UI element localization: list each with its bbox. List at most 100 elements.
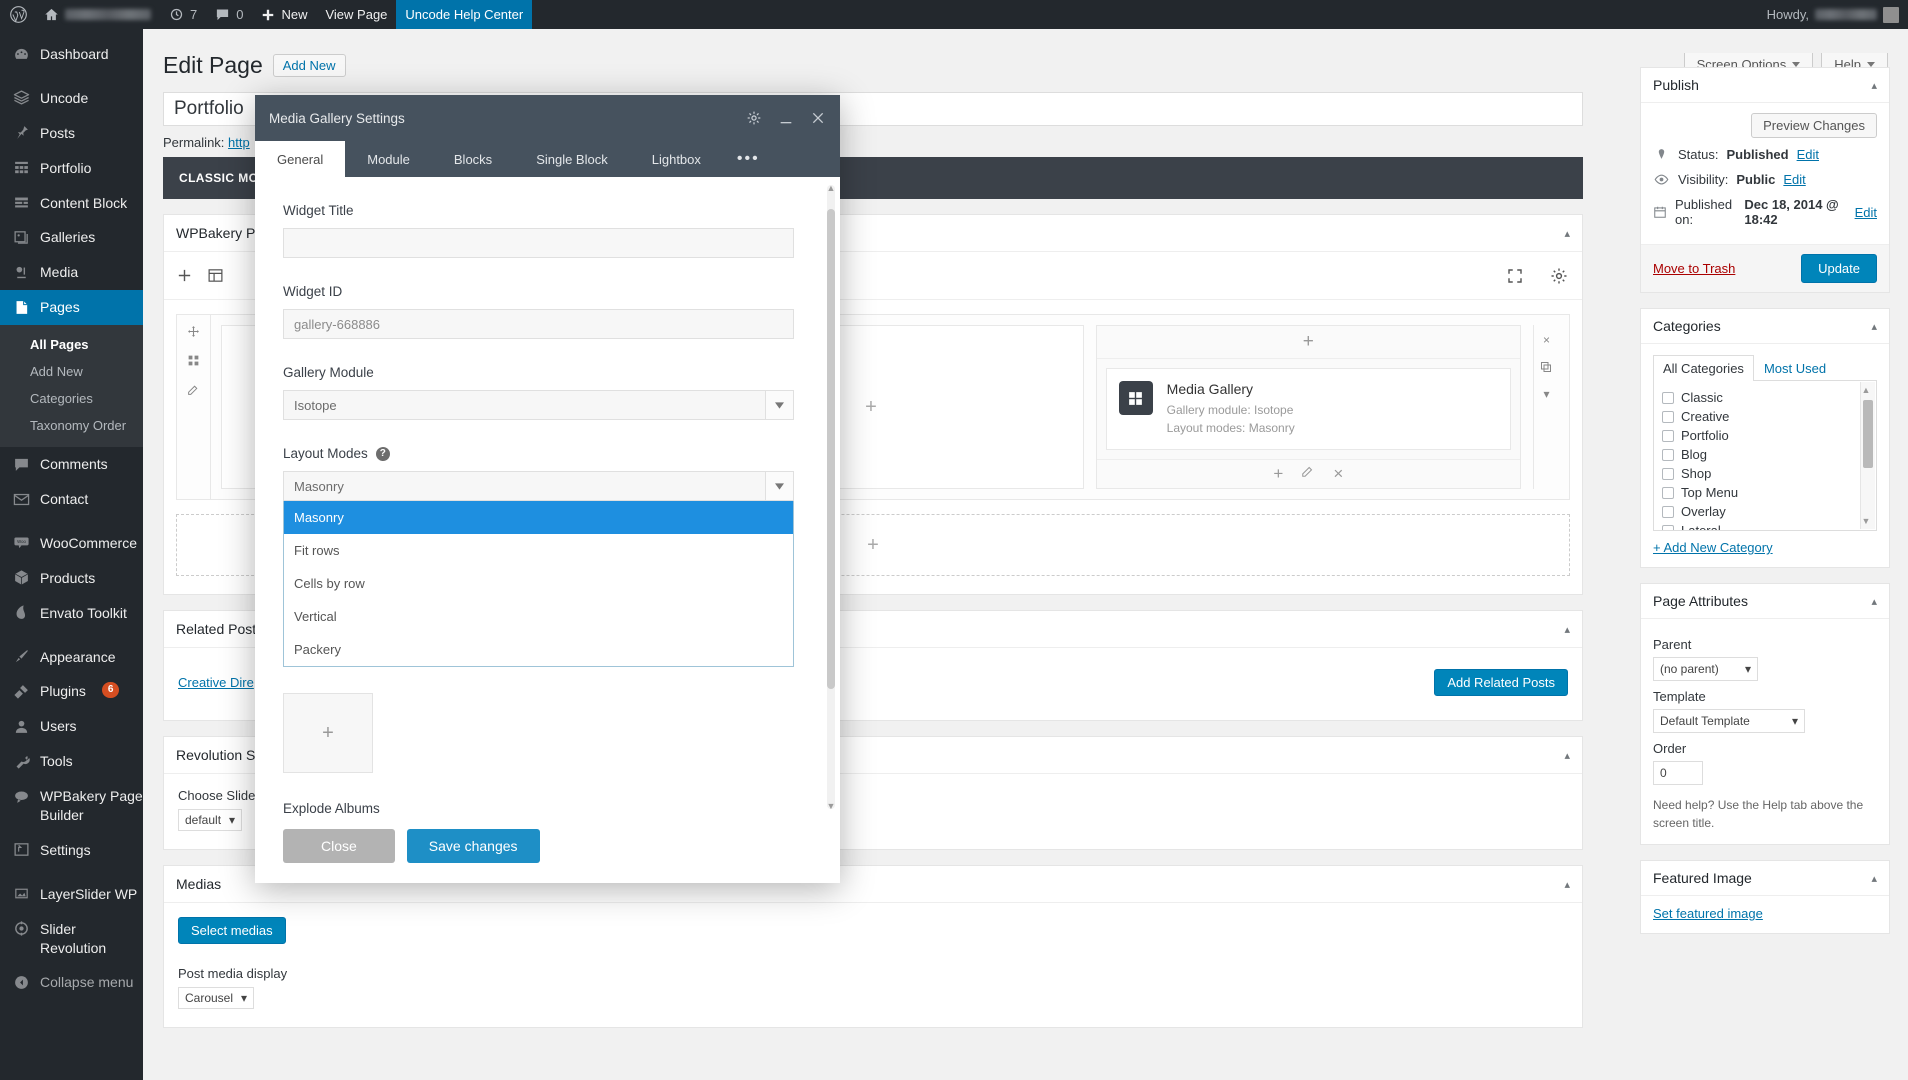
edit-pencil-icon[interactable] bbox=[187, 383, 200, 396]
scroll-up-icon[interactable]: ▲ bbox=[826, 183, 836, 193]
tab-single-block[interactable]: Single Block bbox=[514, 141, 630, 177]
sidebar-item-envato-toolkit[interactable]: Envato Toolkit bbox=[0, 596, 143, 631]
tab-general[interactable]: General bbox=[255, 141, 346, 177]
media-gallery-element-card[interactable]: Media Gallery Gallery module: Isotope La… bbox=[1105, 368, 1511, 450]
edit-pencil-icon[interactable] bbox=[1301, 464, 1315, 484]
featured-image-header[interactable]: Featured Image ▴ bbox=[1641, 861, 1889, 896]
preview-changes-button[interactable]: Preview Changes bbox=[1751, 113, 1877, 138]
category-checkbox-row[interactable]: Shop bbox=[1662, 464, 1868, 483]
column-add-top[interactable]: + bbox=[1096, 326, 1520, 359]
gear-icon[interactable] bbox=[746, 110, 762, 126]
chevron-up-icon[interactable]: ▴ bbox=[1564, 623, 1570, 636]
gallery-module-select[interactable]: Isotope bbox=[283, 390, 794, 420]
sidebar-item-settings[interactable]: Settings bbox=[0, 833, 143, 868]
tab-most-used[interactable]: Most Used bbox=[1754, 355, 1836, 381]
builder-column-media-gallery[interactable]: + Media Gallery Gallery module: Isotope … bbox=[1095, 325, 1521, 489]
related-post-link[interactable]: Creative Dire bbox=[178, 675, 254, 690]
add-related-posts-button[interactable]: Add Related Posts bbox=[1434, 668, 1568, 696]
widget-id-input[interactable]: gallery-668886 bbox=[283, 309, 794, 339]
tab-all-categories[interactable]: All Categories bbox=[1653, 355, 1754, 381]
fullscreen-icon[interactable] bbox=[1506, 267, 1524, 285]
categories-scrollbar[interactable]: ▲ ▼ bbox=[1860, 382, 1875, 529]
comments-menu[interactable]: 0 bbox=[206, 0, 252, 29]
templates-icon[interactable] bbox=[207, 267, 224, 284]
checkbox[interactable] bbox=[1662, 391, 1674, 404]
categories-list[interactable]: Classic Creative Portfolio Blog Shop Top… bbox=[1653, 381, 1877, 531]
scroll-up-icon[interactable]: ▲ bbox=[1861, 385, 1871, 395]
order-input[interactable]: 0 bbox=[1653, 761, 1703, 785]
plus-icon[interactable]: + bbox=[867, 534, 879, 557]
duplicate-icon[interactable] bbox=[1540, 361, 1552, 373]
close-icon[interactable]: × bbox=[1543, 333, 1550, 347]
dropdown-option-vertical[interactable]: Vertical bbox=[284, 600, 793, 633]
close-icon[interactable] bbox=[810, 110, 826, 126]
scroll-down-icon[interactable]: ▼ bbox=[826, 801, 836, 811]
sidebar-item-products[interactable]: Products bbox=[0, 561, 143, 596]
sidebar-subitem-categories[interactable]: Categories bbox=[0, 385, 143, 412]
category-checkbox-row[interactable]: Blog bbox=[1662, 445, 1868, 464]
category-checkbox-row[interactable]: Creative bbox=[1662, 407, 1868, 426]
add-icon[interactable]: + bbox=[1273, 464, 1283, 484]
page-attributes-header[interactable]: Page Attributes ▴ bbox=[1641, 584, 1889, 619]
chevron-up-icon[interactable]: ▴ bbox=[1871, 320, 1877, 333]
slide-template-select[interactable]: default ▾ bbox=[178, 809, 243, 831]
chevron-up-icon[interactable]: ▴ bbox=[1564, 878, 1570, 891]
sidebar-item-posts[interactable]: Posts bbox=[0, 116, 143, 151]
sidebar-subitem-taxonomy-order[interactable]: Taxonomy Order bbox=[0, 412, 143, 439]
published-edit-link[interactable]: Edit bbox=[1855, 205, 1877, 220]
grid-icon[interactable] bbox=[187, 354, 200, 367]
checkbox[interactable] bbox=[1662, 467, 1674, 480]
scroll-down-icon[interactable]: ▼ bbox=[1861, 516, 1871, 526]
chevron-up-icon[interactable]: ▴ bbox=[1871, 595, 1877, 608]
sidebar-item-comments[interactable]: Comments bbox=[0, 447, 143, 482]
plus-icon[interactable]: + bbox=[865, 396, 877, 419]
post-media-display-select[interactable]: Carousel ▾ bbox=[178, 987, 255, 1009]
sidebar-subitem-add-new[interactable]: Add New bbox=[0, 358, 143, 385]
site-name-menu[interactable] bbox=[35, 0, 160, 29]
publish-box-header[interactable]: Publish ▴ bbox=[1641, 68, 1889, 103]
sidebar-item-uncode[interactable]: Uncode bbox=[0, 81, 143, 116]
category-checkbox-row[interactable]: Classic bbox=[1662, 388, 1868, 407]
checkbox[interactable] bbox=[1662, 410, 1674, 423]
sidebar-item-media[interactable]: Media bbox=[0, 255, 143, 290]
sidebar-item-plugins[interactable]: Plugins 6 bbox=[0, 674, 143, 709]
sidebar-item-slider-revolution[interactable]: Slider Revolution bbox=[0, 912, 143, 966]
move-to-trash-link[interactable]: Move to Trash bbox=[1653, 261, 1735, 276]
sidebar-item-collapse-menu[interactable]: Collapse menu bbox=[0, 965, 143, 1000]
sidebar-item-woocommerce[interactable]: Woo WooCommerce bbox=[0, 526, 143, 561]
dropdown-option-masonry[interactable]: Masonry bbox=[284, 501, 793, 534]
layout-modes-dropdown[interactable]: Masonry Fit rows Cells by row Vertical P… bbox=[283, 501, 794, 667]
parent-select[interactable]: (no parent) ▾ bbox=[1653, 657, 1758, 681]
categories-box-header[interactable]: Categories ▴ bbox=[1641, 309, 1889, 344]
help-tooltip-icon[interactable]: ? bbox=[375, 446, 390, 461]
chevron-up-icon[interactable]: ▴ bbox=[1564, 749, 1570, 762]
save-changes-button[interactable]: Save changes bbox=[406, 829, 540, 863]
sidebar-item-content-block[interactable]: Content Block bbox=[0, 186, 143, 221]
checkbox[interactable] bbox=[1662, 429, 1674, 442]
layout-modes-select[interactable]: Masonry bbox=[283, 471, 794, 501]
category-checkbox-row[interactable]: Lateral bbox=[1662, 521, 1868, 530]
checkbox[interactable] bbox=[1662, 448, 1674, 461]
widget-title-input[interactable] bbox=[283, 228, 794, 258]
delete-icon[interactable]: × bbox=[1333, 464, 1343, 484]
tab-module[interactable]: Module bbox=[345, 141, 432, 177]
category-checkbox-row[interactable]: Overlay bbox=[1662, 502, 1868, 521]
wordpress-logo-menu[interactable] bbox=[0, 0, 35, 29]
template-select[interactable]: Default Template ▾ bbox=[1653, 709, 1805, 733]
add-new-button[interactable]: Add New bbox=[272, 54, 346, 77]
sidebar-item-layerslider-wp[interactable]: LayerSlider WP bbox=[0, 877, 143, 912]
sidebar-subitem-all-pages[interactable]: All Pages bbox=[0, 331, 143, 358]
new-content-menu[interactable]: New bbox=[252, 0, 316, 29]
sidebar-item-appearance[interactable]: Appearance bbox=[0, 640, 143, 675]
checkbox[interactable] bbox=[1662, 505, 1674, 518]
settings-gear-icon[interactable] bbox=[1550, 267, 1568, 285]
close-button[interactable]: Close bbox=[283, 829, 395, 863]
uncode-help-center-link[interactable]: Uncode Help Center bbox=[396, 0, 533, 29]
tab-blocks[interactable]: Blocks bbox=[432, 141, 514, 177]
chevron-up-icon[interactable]: ▴ bbox=[1564, 227, 1570, 240]
sidebar-item-portfolio[interactable]: Portfolio bbox=[0, 151, 143, 186]
chevron-down-icon[interactable] bbox=[765, 472, 793, 500]
update-button[interactable]: Update bbox=[1801, 254, 1877, 283]
sidebar-item-tools[interactable]: Tools bbox=[0, 744, 143, 779]
sidebar-item-pages[interactable]: Pages bbox=[0, 290, 143, 326]
